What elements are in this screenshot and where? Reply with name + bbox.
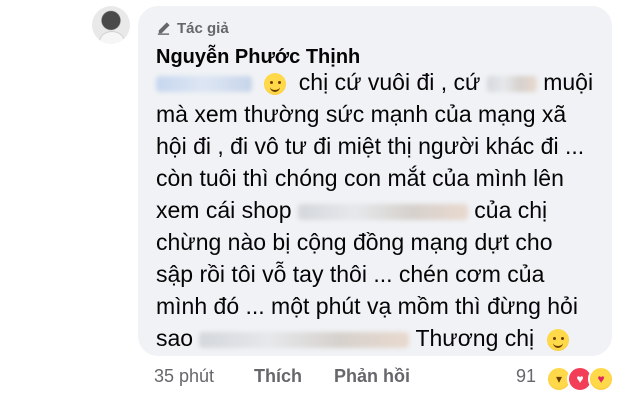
- comment-line: hội đi , đi vô tư đi miệt thị người khác…: [156, 130, 606, 162]
- pen-icon: [157, 22, 170, 35]
- like-button[interactable]: Thích: [254, 366, 302, 387]
- winking-emoji-icon: [546, 328, 569, 351]
- comment-line-text: Thương chị: [415, 325, 535, 351]
- redacted-text: [199, 331, 410, 348]
- comment-line-text: hội đi , đi vô tư đi miệt thị người khác…: [156, 133, 585, 159]
- comment-line-text: còn tuôi thì chóng con mắt của mình lên: [156, 165, 564, 191]
- care-icon: ♥: [588, 366, 614, 392]
- redacted-mention: [156, 75, 252, 92]
- comment-line-text: chừng nào bị cộng đồng mạng dựt cho: [156, 229, 553, 255]
- reply-button[interactable]: Phản hồi: [334, 366, 410, 387]
- comment-line: sao Thương chị: [156, 322, 606, 354]
- author-badge: Tác giả: [156, 20, 229, 37]
- grinning-emoji-icon: [264, 72, 287, 95]
- reaction-count[interactable]: 91: [516, 366, 536, 387]
- comment-line-text: của chị: [474, 197, 548, 223]
- comment-line-text: xem cái shop: [156, 197, 292, 223]
- comment-line-text: sập rồi tôi vỗ tay thôi ... chén cơm của: [156, 261, 545, 287]
- comment-line: chị cứ vuôi đi , cứ muội: [156, 66, 606, 98]
- author-badge-label: Tác giả: [177, 20, 229, 37]
- redacted-shop-name: [297, 203, 468, 220]
- comment-line-text: sao: [156, 325, 194, 351]
- comment-line-text: chị cứ vuôi đi , cứ: [298, 69, 481, 95]
- comment-bubble: Tác giả Nguyễn Phước Thịnh chị cứ vuôi đ…: [138, 6, 612, 356]
- comment-line-text: mình đó ... một phút vạ mồm thì đừng hỏi: [156, 293, 578, 319]
- comment-line: mình đó ... một phút vạ mồm thì đừng hỏi: [156, 290, 606, 322]
- redacted-word: [486, 75, 537, 92]
- reaction-icons[interactable]: ▾ ♥ ♥: [546, 366, 614, 392]
- comment-footer: 35 phút Thích Phản hồi 91 ▾ ♥ ♥: [0, 364, 640, 392]
- comment-line-text: mà xem thường sức mạnh của mạng xã: [156, 101, 567, 127]
- comment-line: chừng nào bị cộng đồng mạng dựt cho: [156, 226, 606, 258]
- comment-line: xem cái shop của chị: [156, 194, 606, 226]
- comment-line: mà xem thường sức mạnh của mạng xã: [156, 98, 606, 130]
- comment-timestamp[interactable]: 35 phút: [154, 366, 214, 387]
- author-avatar[interactable]: [92, 6, 130, 44]
- comment-line: sập rồi tôi vỗ tay thôi ... chén cơm của: [156, 258, 606, 290]
- comment-text: chị cứ vuôi đi , cứ muội mà xem thường s…: [156, 66, 606, 354]
- comment-line: còn tuôi thì chóng con mắt của mình lên: [156, 162, 606, 194]
- comment-line-text: muội: [543, 69, 594, 95]
